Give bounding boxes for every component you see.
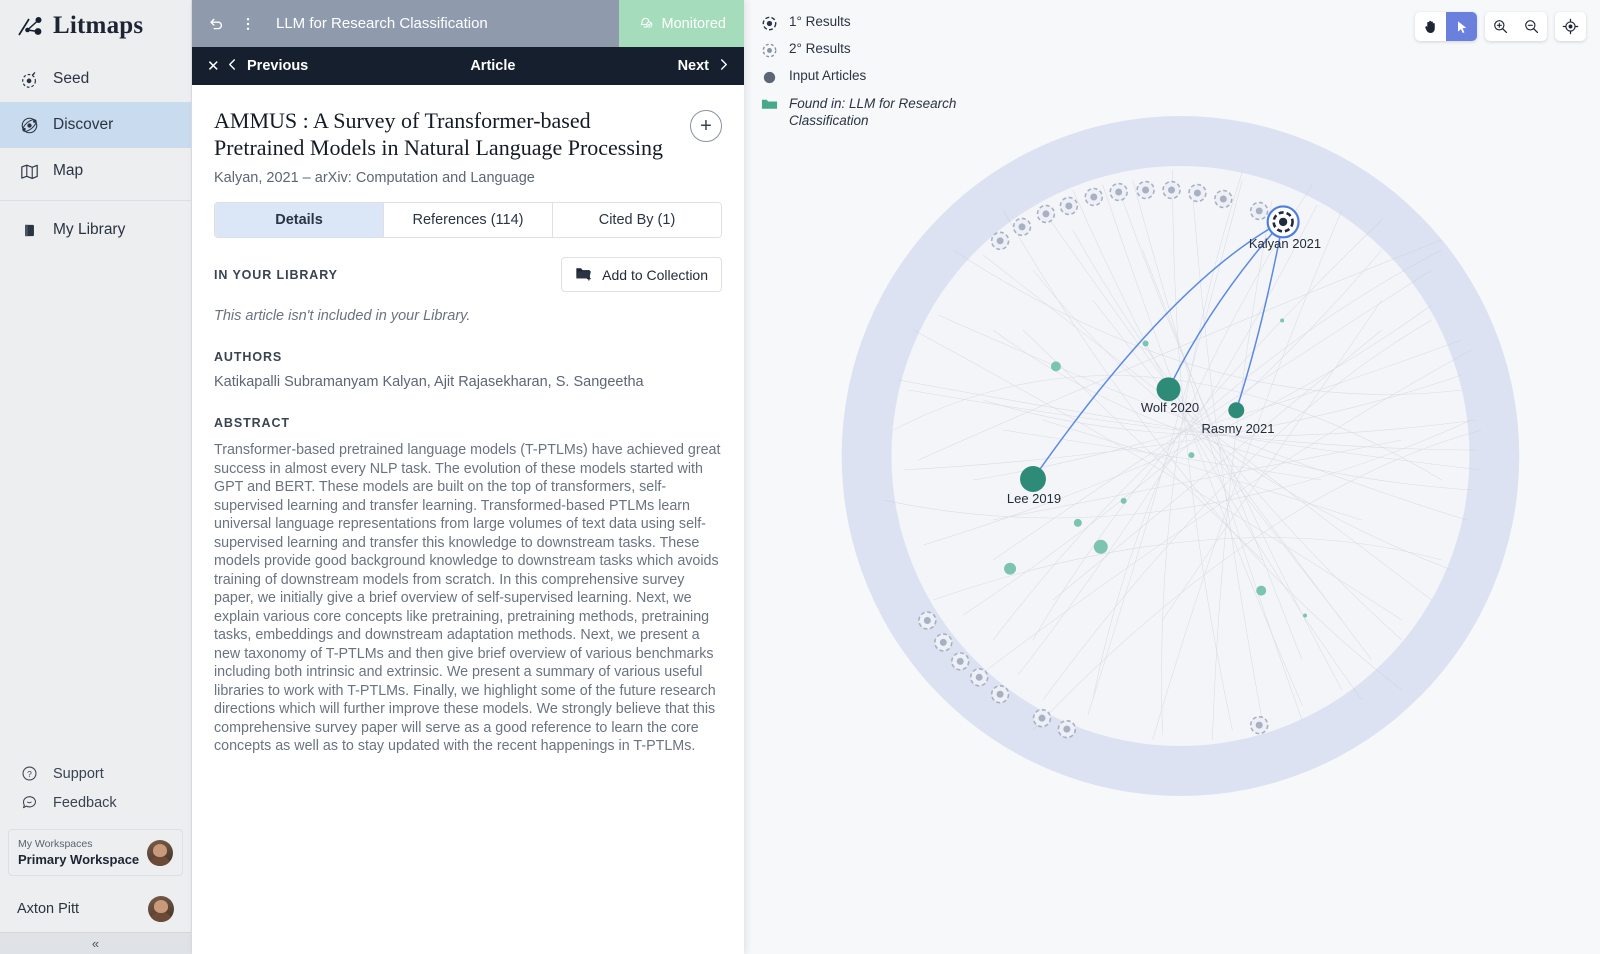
folder-icon xyxy=(760,95,778,113)
article-navbar: ✕ Previous Article Next xyxy=(192,47,744,85)
sidebar-item-label: My Library xyxy=(53,221,125,239)
map-tool-group-recenter xyxy=(1555,12,1586,41)
sidebar-item-feedback[interactable]: Feedback xyxy=(0,788,191,817)
sidebar-item-my-library[interactable]: My Library xyxy=(0,207,191,253)
sidebar-item-label: Discover xyxy=(53,116,113,134)
zoom-in-icon[interactable] xyxy=(1485,12,1516,41)
sidebar: Litmaps Seed xyxy=(0,0,192,954)
legend-item-primary-results: 1° Results xyxy=(760,14,979,32)
sidebar-item-discover[interactable]: Discover xyxy=(0,102,191,148)
add-to-collection-label: Add to Collection xyxy=(602,267,708,283)
zoom-out-icon[interactable] xyxy=(1516,12,1547,41)
article-body: AMMUS : A Survey of Transformer-based Pr… xyxy=(192,85,744,954)
user-account[interactable]: Axton Pitt xyxy=(8,892,183,932)
user-name: Axton Pitt xyxy=(17,901,79,917)
article-navbar-title: Article xyxy=(308,58,677,74)
abstract-text: Transformer-based pretrained language mo… xyxy=(214,441,722,756)
chevron-right-icon xyxy=(718,58,729,75)
next-button[interactable]: Next xyxy=(678,58,729,75)
workspace-switcher[interactable]: My Workspaces Primary Workspace xyxy=(8,829,183,876)
ring-result-icon xyxy=(760,14,778,32)
folder-add-icon xyxy=(575,265,593,284)
brand[interactable]: Litmaps xyxy=(0,0,191,52)
bell-check-icon xyxy=(637,13,654,34)
brand-name: Litmaps xyxy=(53,12,143,40)
plus-circle-icon[interactable]: + xyxy=(690,110,722,142)
sidebar-bottom-nav: ? Support Feedback xyxy=(0,759,191,817)
legend-label: Input Articles xyxy=(789,68,866,83)
sidebar-item-label: Seed xyxy=(53,70,89,88)
panel-topbar: LLM for Research Classification Monitore… xyxy=(192,0,744,47)
previous-label: Previous xyxy=(247,58,308,74)
svg-text:?: ? xyxy=(27,769,32,779)
chat-bubble-icon xyxy=(19,792,40,813)
legend-item-found-in: Found in: LLM for Research Classificatio… xyxy=(760,95,979,129)
sidebar-spacer xyxy=(0,253,191,759)
map-folded-icon xyxy=(19,161,40,182)
discover-orbit-icon xyxy=(19,115,40,136)
map-legend: 1° Results 2° Results Input Articles xyxy=(760,14,979,138)
map-toolbar xyxy=(1415,12,1586,41)
sidebar-item-label: Feedback xyxy=(53,795,117,811)
abstract-heading: ABSTRACT xyxy=(214,416,722,430)
workspace-name: Primary Workspace xyxy=(18,851,139,868)
ring-result-dashed-icon xyxy=(760,41,778,59)
sidebar-nav: Seed Discover xyxy=(0,56,191,253)
hand-pan-icon[interactable] xyxy=(1415,12,1446,41)
sidebar-item-seed[interactable]: Seed xyxy=(0,56,191,102)
tab-references[interactable]: References (114) xyxy=(384,203,553,237)
library-note: This article isn't included in your Libr… xyxy=(214,308,722,324)
article-header: AMMUS : A Survey of Transformer-based Pr… xyxy=(214,107,722,161)
sidebar-divider xyxy=(0,200,191,201)
sidebar-collapse-button[interactable]: « xyxy=(0,932,191,954)
article-panel: LLM for Research Classification Monitore… xyxy=(192,0,744,954)
monitored-label: Monitored xyxy=(662,16,726,32)
workspace-avatar xyxy=(147,840,173,866)
kebab-menu-icon[interactable] xyxy=(234,10,262,38)
sidebar-item-label: Support xyxy=(53,766,104,782)
library-row: IN YOUR LIBRARY Add to Collection xyxy=(214,257,722,292)
article-title: AMMUS : A Survey of Transformer-based Pr… xyxy=(214,107,676,161)
map-title: LLM for Research Classification xyxy=(276,15,615,32)
library-book-icon xyxy=(19,220,40,241)
map-graph xyxy=(744,0,1600,954)
sidebar-item-support[interactable]: ? Support xyxy=(0,759,191,788)
sidebar-item-map[interactable]: Map xyxy=(0,148,191,194)
chevron-left-icon xyxy=(227,58,238,75)
authors-list: Katikapalli Subramanyam Kalyan, Ajit Raj… xyxy=(214,374,722,390)
workspace-caption: My Workspaces xyxy=(18,837,139,851)
sidebar-item-label: Map xyxy=(53,162,83,180)
filled-dot-icon xyxy=(760,68,778,86)
tab-details[interactable]: Details xyxy=(215,203,384,237)
legend-item-input-articles: Input Articles xyxy=(760,68,979,86)
legend-item-secondary-results: 2° Results xyxy=(760,41,979,59)
add-to-collection-button[interactable]: Add to Collection xyxy=(561,257,722,292)
cursor-select-icon[interactable] xyxy=(1446,12,1477,41)
legend-label: Found in: LLM for Research Classificatio… xyxy=(789,95,979,129)
seed-target-icon xyxy=(19,69,40,90)
litmaps-logo-icon xyxy=(18,15,44,37)
legend-label: 2° Results xyxy=(789,41,851,56)
map-tool-group-pointer xyxy=(1415,12,1477,41)
question-circle-icon: ? xyxy=(19,763,40,784)
map-tool-group-zoom xyxy=(1485,12,1547,41)
article-meta: Kalyan, 2021 – arXiv: Computation and La… xyxy=(214,170,722,186)
monitored-badge[interactable]: Monitored xyxy=(619,0,744,47)
recenter-target-icon[interactable] xyxy=(1555,12,1586,41)
undo-arrow-icon[interactable] xyxy=(202,10,230,38)
close-x-icon[interactable]: ✕ xyxy=(207,57,227,75)
previous-button[interactable]: Previous xyxy=(227,58,308,75)
authors-heading: AUTHORS xyxy=(214,350,722,364)
article-tabs: Details References (114) Cited By (1) xyxy=(214,202,722,238)
tab-cited-by[interactable]: Cited By (1) xyxy=(553,203,721,237)
user-avatar xyxy=(148,896,174,922)
map-canvas[interactable]: Kalyan 2021 Wolf 2020 Rasmy 2021 Lee 201… xyxy=(744,0,1600,954)
next-label: Next xyxy=(678,58,709,74)
library-heading: IN YOUR LIBRARY xyxy=(214,268,338,282)
legend-label: 1° Results xyxy=(789,14,851,29)
